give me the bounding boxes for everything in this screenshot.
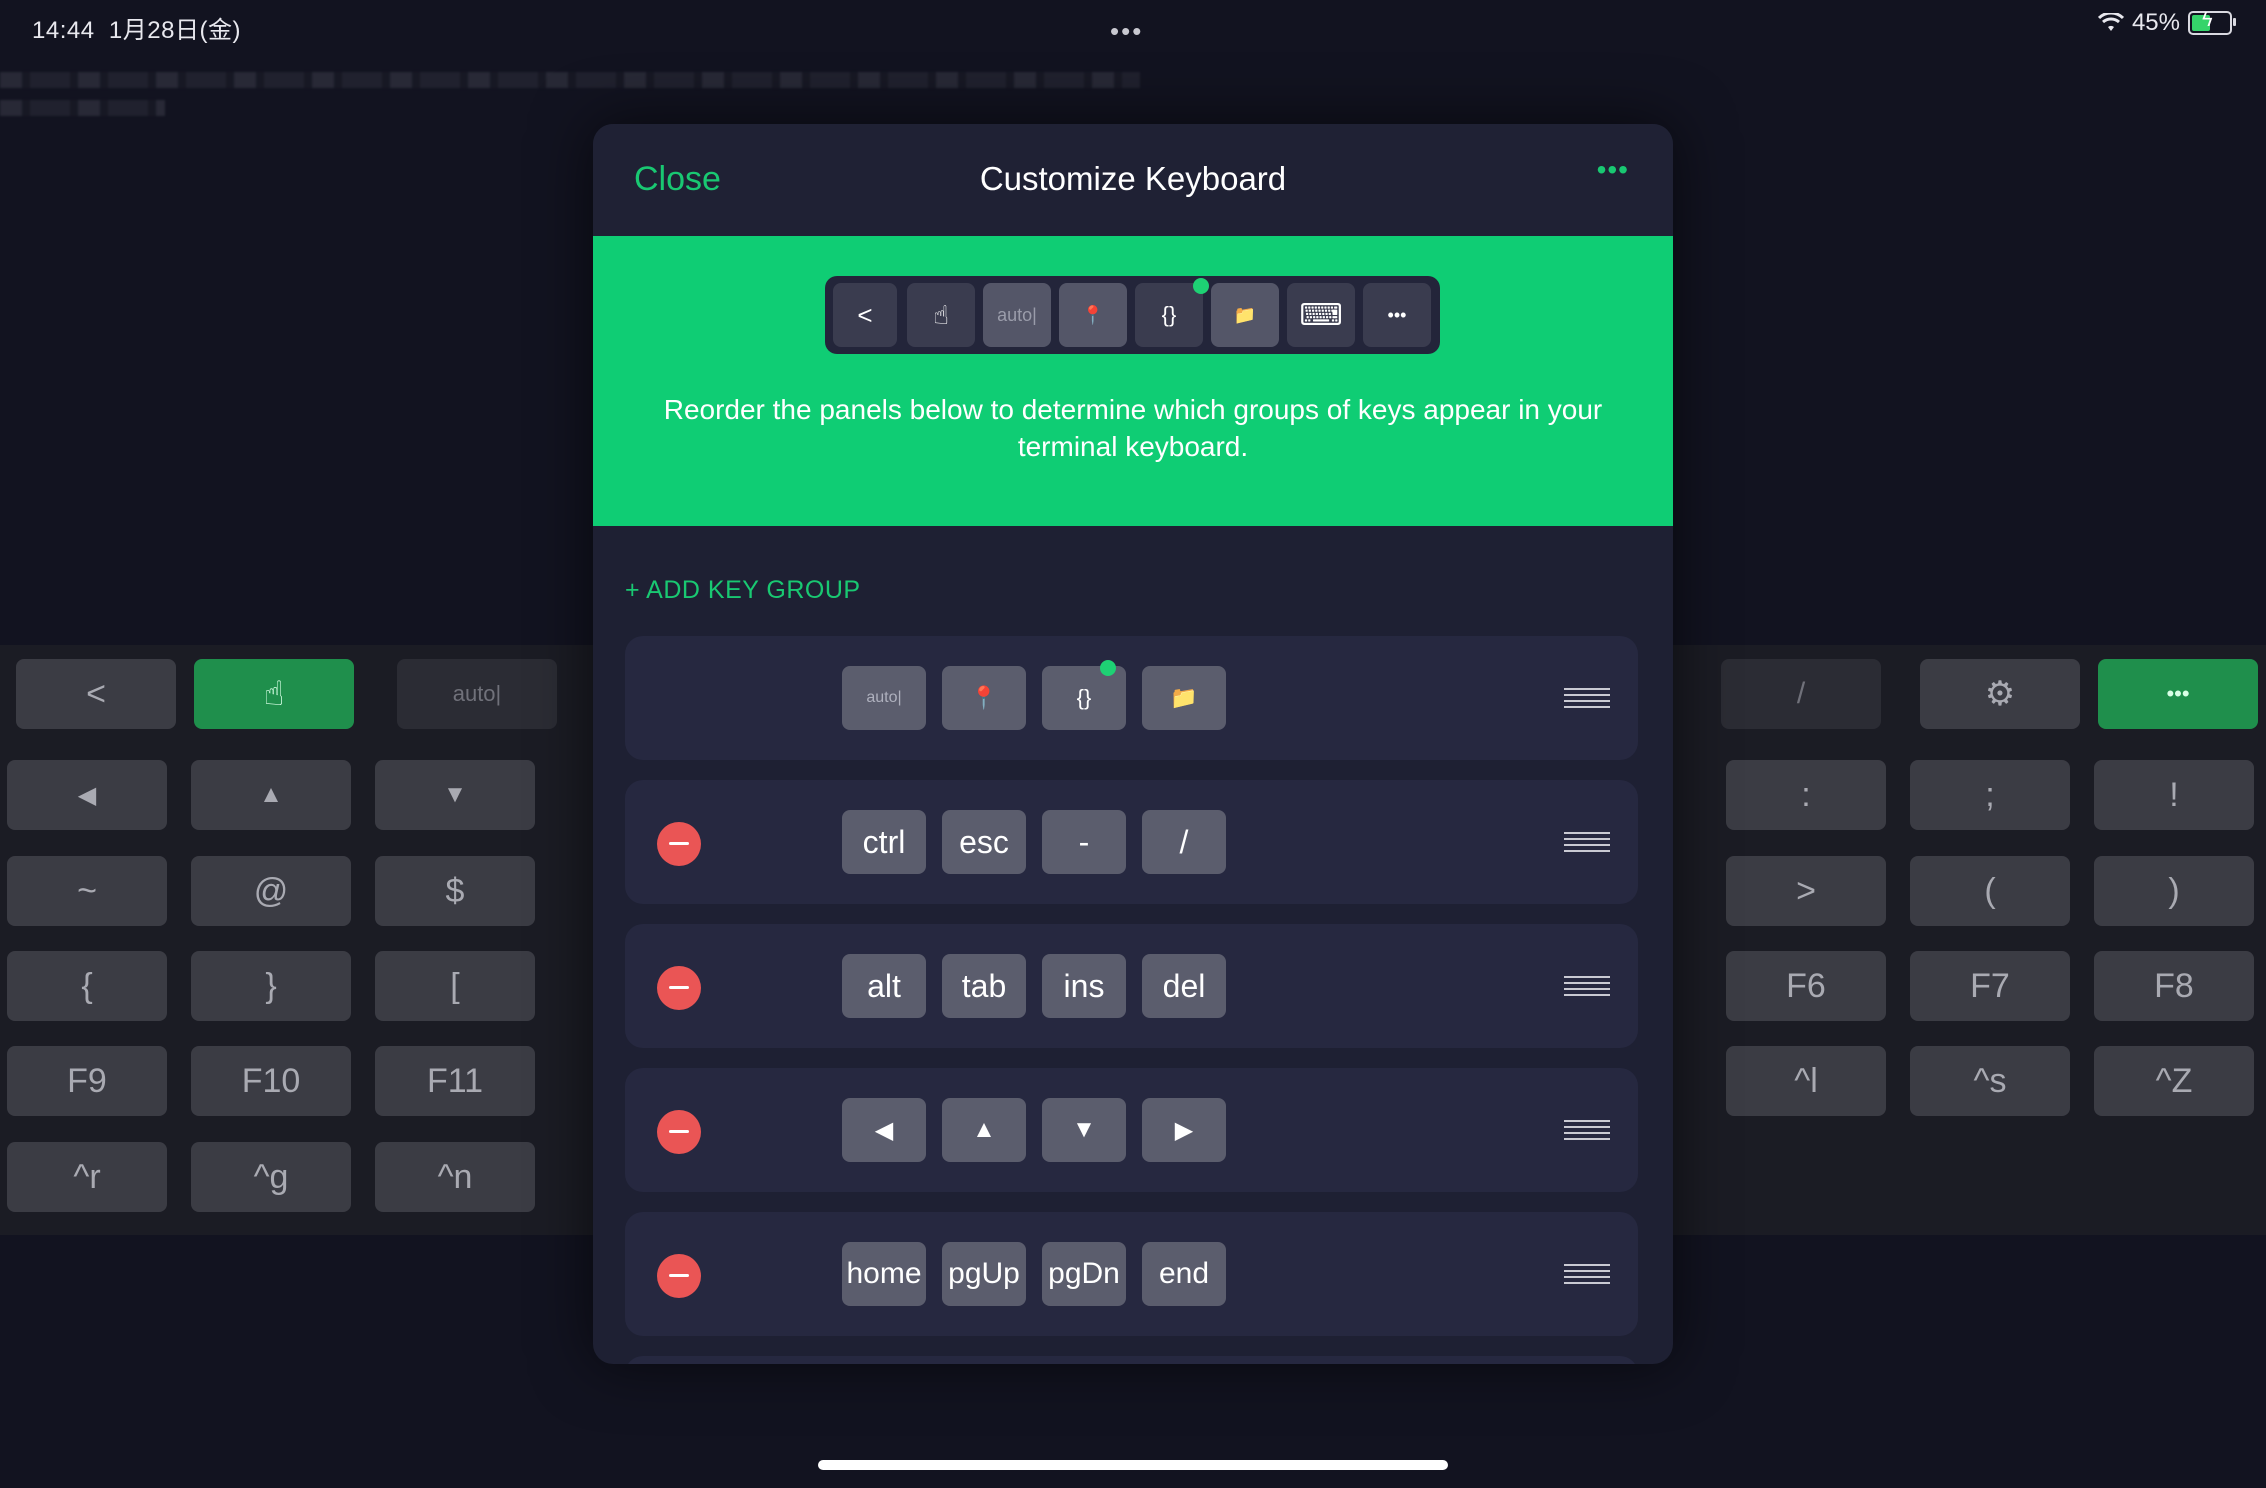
group-key[interactable]: 📍	[942, 666, 1026, 730]
bg-toolbar-key: •••	[2098, 659, 2258, 729]
drag-handle-icon[interactable]	[1564, 832, 1610, 852]
battery-icon: ϟ	[2188, 9, 2236, 35]
remove-group-icon[interactable]	[657, 1254, 701, 1298]
bg-toolbar-key: ☝	[194, 659, 354, 729]
group-key[interactable]: ctrl	[842, 810, 926, 874]
group-key[interactable]: ▶	[1142, 1098, 1226, 1162]
bg-toolbar-key: auto|	[397, 659, 557, 729]
wifi-icon	[2097, 13, 2124, 31]
bg-key: ^s	[1910, 1046, 2070, 1116]
customize-keyboard-modal: Close Customize Keyboard ••• < ☝ auto| 📍…	[593, 124, 1673, 1364]
bg-key: (	[1910, 856, 2070, 926]
bg-key: :	[1726, 760, 1886, 830]
remove-group-icon[interactable]	[657, 822, 701, 866]
group-key[interactable]: home	[842, 1242, 926, 1306]
active-indicator-dot	[1193, 278, 1209, 294]
status-bar: 14:44 1月28日(金) ••• 45% ϟ	[0, 0, 2266, 50]
terminal-text-blurred	[0, 72, 1140, 88]
group-key[interactable]: pgDn	[1042, 1242, 1126, 1306]
bg-key: @	[191, 856, 351, 926]
key-group-row: home pgUp pgDn end	[625, 1212, 1638, 1336]
autocomplete-icon: auto|	[983, 283, 1051, 347]
group-key[interactable]: end	[1142, 1242, 1226, 1306]
keyboard-icon: ⌨	[1287, 283, 1355, 347]
more-icon: •••	[1363, 283, 1431, 347]
terminal-text-blurred	[0, 100, 165, 116]
description-text: Reorder the panels below to determine wh…	[663, 394, 1603, 462]
snippets-braces-icon: {}	[1135, 283, 1203, 347]
bg-key: }	[191, 951, 351, 1021]
group-key[interactable]: auto|	[842, 666, 926, 730]
group-key[interactable]: {}	[1042, 666, 1126, 730]
drag-handle-icon[interactable]	[1564, 1120, 1610, 1140]
bg-key: ^g	[191, 1142, 351, 1212]
active-indicator-dot	[1100, 660, 1116, 676]
bg-key: F6	[1726, 951, 1886, 1021]
modal-title: Customize Keyboard	[979, 160, 1287, 197]
pin-icon: 📍	[1059, 283, 1127, 347]
drag-handle-icon[interactable]	[1564, 1264, 1610, 1284]
bg-key: F9	[7, 1046, 167, 1116]
bg-key: )	[2094, 856, 2254, 926]
key-group-row: ◀ ▲ ▼ ▶	[625, 1068, 1638, 1192]
remove-group-icon[interactable]	[657, 1110, 701, 1154]
bg-key: !	[2094, 760, 2254, 830]
group-key[interactable]: ◀	[842, 1098, 926, 1162]
bg-key: ^l	[1726, 1046, 1886, 1116]
folder-icon: 📁	[1211, 283, 1279, 347]
bg-toolbar-key: /	[1721, 659, 1881, 729]
bg-key: $	[375, 856, 535, 926]
bg-key: [	[375, 951, 535, 1021]
battery-percent: 45%	[2131, 9, 2180, 36]
drag-handle-icon[interactable]	[1564, 688, 1610, 708]
bg-key: F11	[375, 1046, 535, 1116]
keyboard-toolbar-preview: < ☝ auto| 📍 {} 📁 ⌨ •••	[825, 276, 1440, 354]
key-group-row: alt tab ins del	[625, 924, 1638, 1048]
bg-key: ~	[7, 856, 167, 926]
back-chevron-icon: <	[833, 283, 897, 347]
key-group-row: auto| 📍 {} 📁	[625, 636, 1638, 760]
group-key[interactable]: esc	[942, 810, 1026, 874]
group-key[interactable]: pgUp	[942, 1242, 1026, 1306]
bg-key: ^r	[7, 1142, 167, 1212]
bg-key: F10	[191, 1046, 351, 1116]
touch-hand-icon: ☝	[907, 283, 975, 347]
home-indicator[interactable]	[818, 1460, 1448, 1470]
group-key[interactable]: del	[1142, 954, 1226, 1018]
group-key[interactable]: ins	[1042, 954, 1126, 1018]
group-key[interactable]: 📁	[1142, 666, 1226, 730]
bg-key: ▼	[375, 760, 535, 830]
bg-key: ^n	[375, 1142, 535, 1212]
bg-key: ▲	[191, 760, 351, 830]
remove-group-icon[interactable]	[657, 966, 701, 1010]
group-key[interactable]: ▲	[942, 1098, 1026, 1162]
group-key[interactable]: /	[1142, 810, 1226, 874]
status-right: 45% ϟ	[2097, 9, 2236, 37]
bg-key: {	[7, 951, 167, 1021]
add-key-group-button[interactable]: + ADD KEY GROUP	[625, 576, 861, 605]
status-time: 14:44 1月28日(金)	[32, 17, 241, 44]
group-key[interactable]: -	[1042, 810, 1126, 874]
bg-key: ;	[1910, 760, 2070, 830]
group-key[interactable]: ▼	[1042, 1098, 1126, 1162]
bg-key: ^Z	[2094, 1046, 2254, 1116]
group-key[interactable]: alt	[842, 954, 926, 1018]
key-group-row: ctrl esc - /	[625, 780, 1638, 904]
key-group-row-partial	[625, 1356, 1638, 1364]
group-key[interactable]: tab	[942, 954, 1026, 1018]
more-options-button[interactable]: •••	[1597, 154, 1629, 186]
bg-key: ◀	[7, 760, 167, 830]
bg-key: F8	[2094, 951, 2254, 1021]
preview-banner: < ☝ auto| 📍 {} 📁 ⌨ ••• Reorder the panel…	[593, 236, 1673, 526]
bg-key: F7	[1910, 951, 2070, 1021]
bg-toolbar-key: <	[16, 659, 176, 729]
multitasking-dots[interactable]: •••	[1110, 16, 1143, 47]
drag-handle-icon[interactable]	[1564, 976, 1610, 996]
bg-toolbar-key: ⚙	[1920, 659, 2080, 729]
bg-key: >	[1726, 856, 1886, 926]
modal-header: Close Customize Keyboard •••	[593, 124, 1673, 236]
